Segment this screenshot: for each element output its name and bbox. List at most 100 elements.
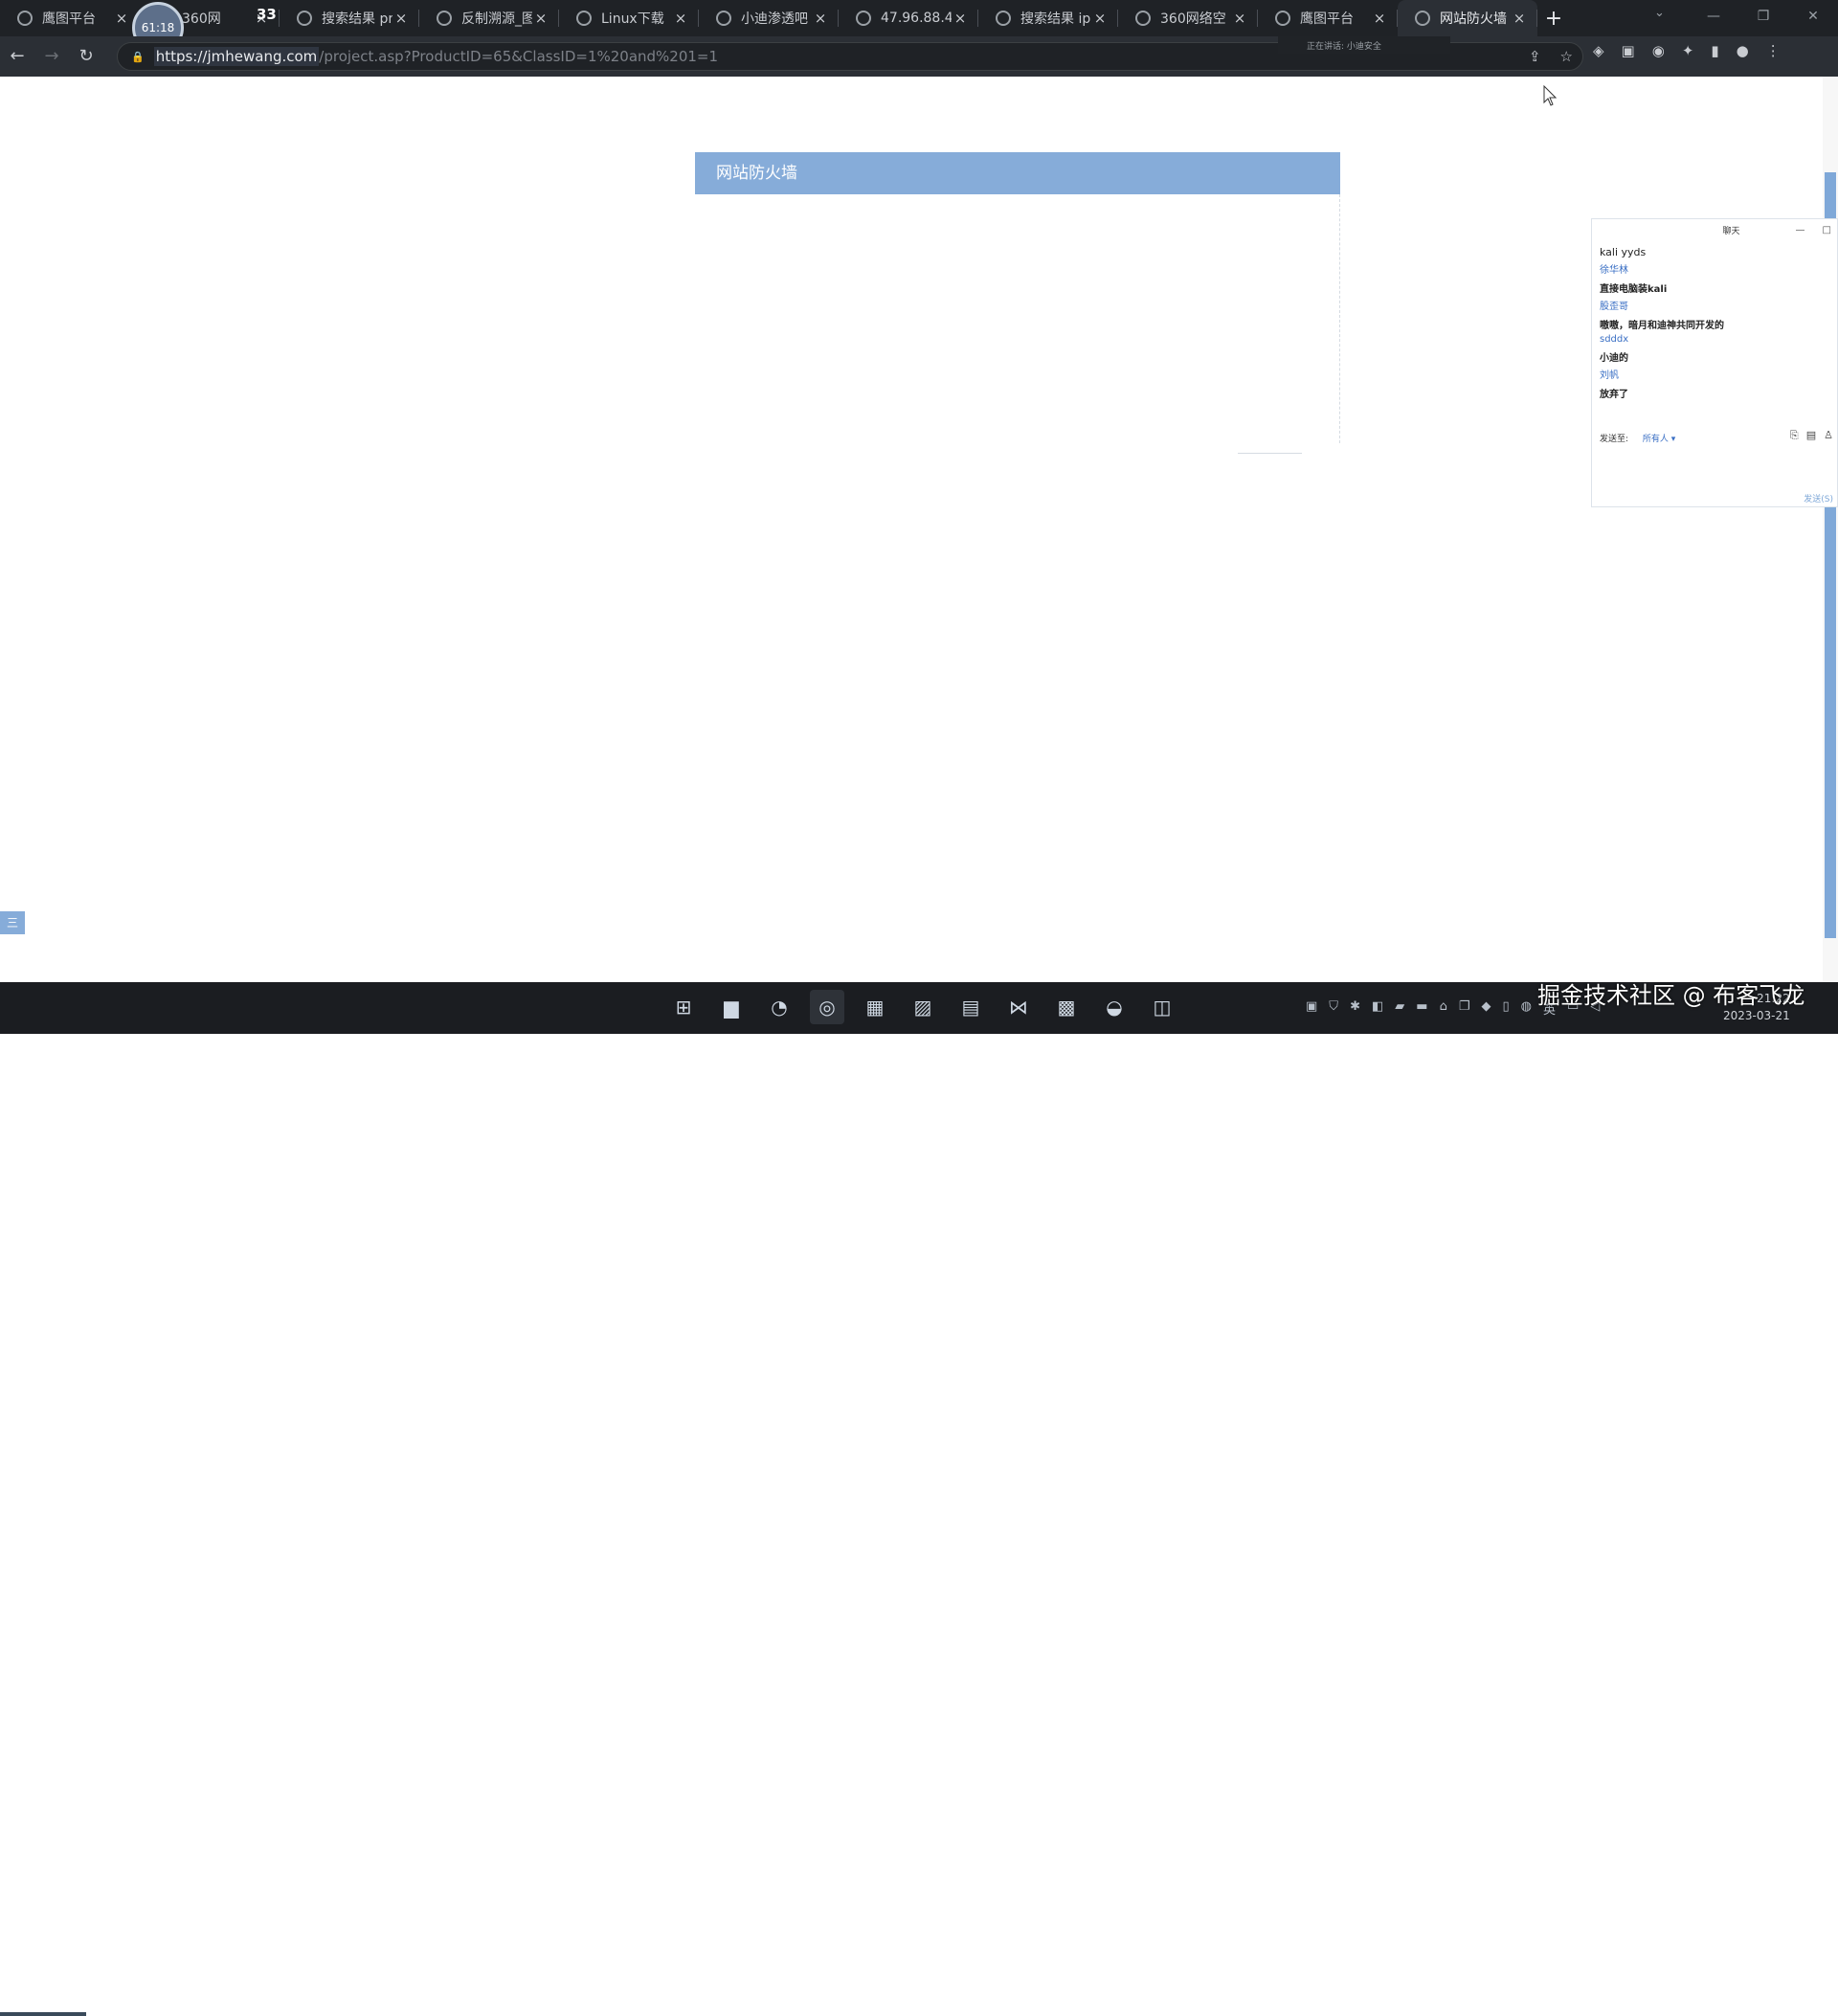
chat-maximize-icon[interactable]: □ <box>1823 225 1831 235</box>
screenshot-icon[interactable]: ▤ <box>1806 429 1816 442</box>
back-arrow-icon[interactable]: ← <box>0 39 34 74</box>
tab-close-icon[interactable]: × <box>1371 10 1388 27</box>
window-controls: — ❐ ✕ <box>1689 0 1838 36</box>
bookmark-star-icon[interactable]: ☆ <box>1560 48 1573 65</box>
tab-label: 搜索结果 ip <box>1020 11 1091 27</box>
tab[interactable]: 反制溯源_图 × <box>419 0 559 36</box>
tab[interactable]: 鹰图平台 × <box>1258 0 1398 36</box>
chat-message: kali yyds <box>1600 246 1647 258</box>
globe-icon <box>576 11 592 26</box>
reload-icon[interactable]: ↻ <box>69 39 103 74</box>
extension-badge-icon[interactable]: ◉ <box>1652 42 1665 59</box>
tab-close-icon[interactable]: × <box>392 10 410 27</box>
chat-username[interactable]: 刘帆 <box>1592 367 1837 381</box>
search-icon <box>996 11 1011 26</box>
globe-icon <box>1135 11 1151 26</box>
file-icon[interactable]: ⎘ <box>1790 429 1799 442</box>
send-to-select[interactable]: 所有人 ▾ <box>1643 435 1675 444</box>
user-icon[interactable]: ♙ <box>1824 429 1833 442</box>
tab-close-icon[interactable]: × <box>1231 10 1248 27</box>
chat-username[interactable]: 徐华林 <box>1592 261 1837 276</box>
share-icon[interactable]: ⇪ <box>1529 48 1541 65</box>
tray-network-icon[interactable]: ⌂ <box>1440 999 1447 1018</box>
globe-icon <box>437 11 452 26</box>
profile-icon[interactable]: ● <box>1737 42 1749 59</box>
chat-minimize-icon[interactable]: — <box>1796 225 1805 235</box>
tab[interactable]: 47.96.88.4/× <box>839 0 978 36</box>
extensions-bar: ◈ ▣ ◉ ✦ ▮ ● ⋮ <box>1593 42 1781 59</box>
tab-close-icon[interactable]: × <box>952 10 969 27</box>
send-button[interactable]: 发送(S) <box>1804 492 1833 504</box>
extension-icon[interactable]: ◈ <box>1593 42 1604 59</box>
search-icon <box>297 11 312 26</box>
lock-icon[interactable]: 🔒 <box>131 51 145 63</box>
tab[interactable]: 360网络空 × <box>1118 0 1258 36</box>
chat-message: 小迪的 <box>1600 353 1628 364</box>
tab[interactable]: 网站防火墙 × <box>1398 0 1537 36</box>
store-icon[interactable]: ▦ <box>858 990 892 1024</box>
chat-titlebar: 聊天 — □ <box>1592 219 1837 240</box>
windows-start-icon[interactable]: ⊞ <box>666 990 701 1024</box>
edge-icon[interactable]: ◔ <box>762 990 796 1024</box>
tab-label: 47.96.88.4/ <box>881 11 952 26</box>
floating-number: 33 <box>257 6 277 23</box>
vmware-icon[interactable]: ◫ <box>1145 990 1179 1024</box>
hawk-icon <box>17 11 33 26</box>
tray-window-icon[interactable]: ❐ <box>1459 999 1470 1018</box>
tab[interactable]: 鹰图平台 × <box>0 0 140 36</box>
tab-label: 反制溯源_图 <box>461 11 532 27</box>
vscode-icon[interactable]: ⋈ <box>1001 990 1036 1024</box>
tab-label: 搜索结果 pr <box>322 11 392 27</box>
tray-mic-icon[interactable]: ◍ <box>1521 999 1532 1018</box>
tray-flag-icon[interactable]: ▰ <box>1395 999 1404 1018</box>
remote-desktop-icon[interactable]: ▩ <box>1049 990 1084 1024</box>
tray-doc-icon[interactable]: ▯ <box>1502 999 1509 1018</box>
close-window-icon[interactable]: ✕ <box>1788 0 1838 33</box>
page-scrollbar[interactable] <box>1823 77 1838 982</box>
tab[interactable]: Linux下载 × <box>559 0 699 36</box>
globe-icon <box>716 11 731 26</box>
tab-close-icon[interactable]: × <box>113 10 130 27</box>
puzzle-icon[interactable]: ✦ <box>1682 42 1694 59</box>
chat-title: 聊天 <box>1722 226 1740 236</box>
tab-close-icon[interactable]: × <box>1511 10 1528 27</box>
menu-dots-icon[interactable]: ⋮ <box>1766 42 1781 59</box>
tray-shield-icon[interactable]: ⛉ <box>1329 999 1338 1018</box>
chat-panel: 聊天 — □ kali yyds 徐华林 直接电脑装kali 股歪哥 嗷嗷，暗月和迪神… <box>1591 218 1838 507</box>
restore-icon[interactable]: ❐ <box>1738 0 1788 33</box>
send-to: 发送至: 所有人 ▾ <box>1600 432 1675 444</box>
tray-chat-icon[interactable]: ▬ <box>1416 999 1427 1018</box>
tab-search-chevron-icon[interactable]: ⌄ <box>1654 6 1665 20</box>
tray-bookmark-icon[interactable]: ◆ <box>1481 999 1491 1018</box>
chat-username[interactable]: sdddx <box>1592 334 1837 345</box>
new-tab-button[interactable]: + <box>1537 7 1570 31</box>
hawk-icon <box>1275 11 1290 26</box>
sidepanel-icon[interactable]: ▮ <box>1711 42 1718 59</box>
firewall-title-bar: 网站防火墙 <box>695 152 1340 194</box>
tab-close-icon[interactable]: × <box>532 10 549 27</box>
minimize-icon[interactable]: — <box>1689 0 1738 33</box>
translate-icon[interactable]: ▣ <box>1622 42 1635 59</box>
tray-app-icon[interactable]: ▣ <box>1306 999 1317 1018</box>
tab-close-icon[interactable]: × <box>1091 10 1109 27</box>
taskbar-apps: ⊞ ▆ ◔ ◎ ▦ ▨ ▤ ⋈ ▩ ◒ ◫ <box>666 990 1179 1024</box>
meeting-icon[interactable]: ◒ <box>1097 990 1132 1024</box>
tab[interactable]: 搜索结果 ip × <box>978 0 1118 36</box>
tab[interactable]: 搜索结果 pr × <box>280 0 419 36</box>
photos-icon[interactable]: ▨ <box>906 990 940 1024</box>
tray-box-icon[interactable]: ◧ <box>1372 999 1383 1018</box>
tray-gear-icon[interactable]: ✱ <box>1350 999 1360 1018</box>
tab[interactable]: 小迪渗透吧 × <box>699 0 839 36</box>
chrome-icon[interactable]: ◎ <box>810 990 844 1024</box>
tab-label: 网站防火墙 <box>1440 11 1507 27</box>
chat-message: 直接电脑装kali <box>1600 284 1668 295</box>
speaking-indicator: 正在讲话: 小迪安全 <box>1278 36 1450 54</box>
tab-label: Linux下载 <box>601 11 664 27</box>
side-menu-tab[interactable]: 三 <box>0 911 25 934</box>
notepad-icon[interactable]: ▤ <box>953 990 988 1024</box>
file-explorer-icon[interactable]: ▆ <box>714 990 749 1024</box>
tab-close-icon[interactable]: × <box>672 10 689 27</box>
chat-username[interactable]: 股歪哥 <box>1592 298 1837 312</box>
forward-arrow-icon[interactable]: → <box>34 39 69 74</box>
tab-close-icon[interactable]: × <box>812 10 829 27</box>
